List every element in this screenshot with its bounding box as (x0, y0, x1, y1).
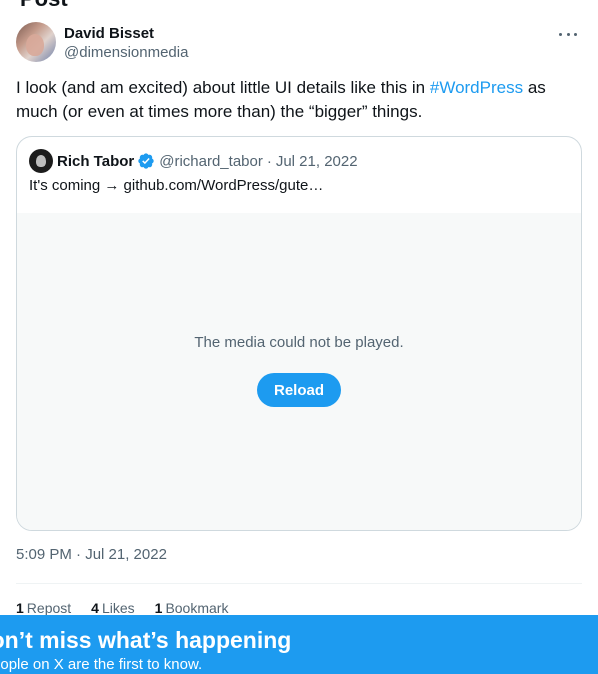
more-dot (559, 32, 562, 36)
author-info: David Bisset @dimensionmedia (64, 22, 188, 64)
avatar[interactable] (16, 22, 56, 62)
likes-count: 4 (91, 600, 99, 616)
post-timestamp[interactable]: 5:09 PM · Jul 21, 2022 (16, 546, 167, 563)
media-player: The media could not be played. Reload (17, 213, 581, 530)
author-row: David Bisset @dimensionmedia (16, 22, 582, 64)
separator-dot: · (266, 152, 272, 170)
quoted-author-handle[interactable]: @richard_tabor (159, 153, 263, 170)
banner-title: Don’t miss what’s happening (0, 627, 292, 653)
more-dot (566, 32, 570, 36)
bookmarks-label: Bookmark (165, 600, 229, 616)
page-title: Post (20, 0, 68, 12)
verified-badge-icon (138, 153, 154, 169)
quoted-avatar[interactable] (29, 149, 53, 173)
quoted-post-date[interactable]: Jul 21, 2022 (276, 153, 358, 170)
reposts-label: Repost (26, 600, 72, 616)
reposts-count: 1 (16, 600, 24, 616)
quoted-post-card[interactable]: Rich Tabor @richard_tabor · Jul 21, 2022… (16, 136, 582, 531)
post-page: Post David Bisset @dimensionmedia I look… (0, 0, 598, 674)
signup-banner: Don’t miss what’s happening People on X … (0, 615, 598, 674)
reload-button[interactable]: Reload (257, 373, 341, 407)
author-handle[interactable]: @dimensionmedia (64, 43, 188, 63)
more-dot (574, 32, 577, 36)
author-name[interactable]: David Bisset (64, 24, 188, 43)
quoted-post-header: Rich Tabor @richard_tabor · Jul 21, 2022 (29, 149, 358, 173)
quoted-author-name[interactable]: Rich Tabor (57, 153, 134, 170)
quoted-post-text: It's coming → github.com/WordPress/gute… (29, 177, 324, 194)
divider (16, 583, 582, 584)
likes-label: Likes (101, 600, 135, 616)
banner-subtitle: People on X are the first to know. (0, 656, 203, 673)
post-text: I look (and am excited) about little UI … (16, 76, 582, 124)
hashtag-link[interactable]: #WordPress (430, 78, 523, 97)
media-error-message: The media could not be played. (194, 334, 404, 351)
bookmarks-count: 1 (154, 600, 163, 616)
post-text-before: I look (and am excited) about little UI … (16, 78, 430, 97)
more-options-icon[interactable] (556, 24, 580, 44)
